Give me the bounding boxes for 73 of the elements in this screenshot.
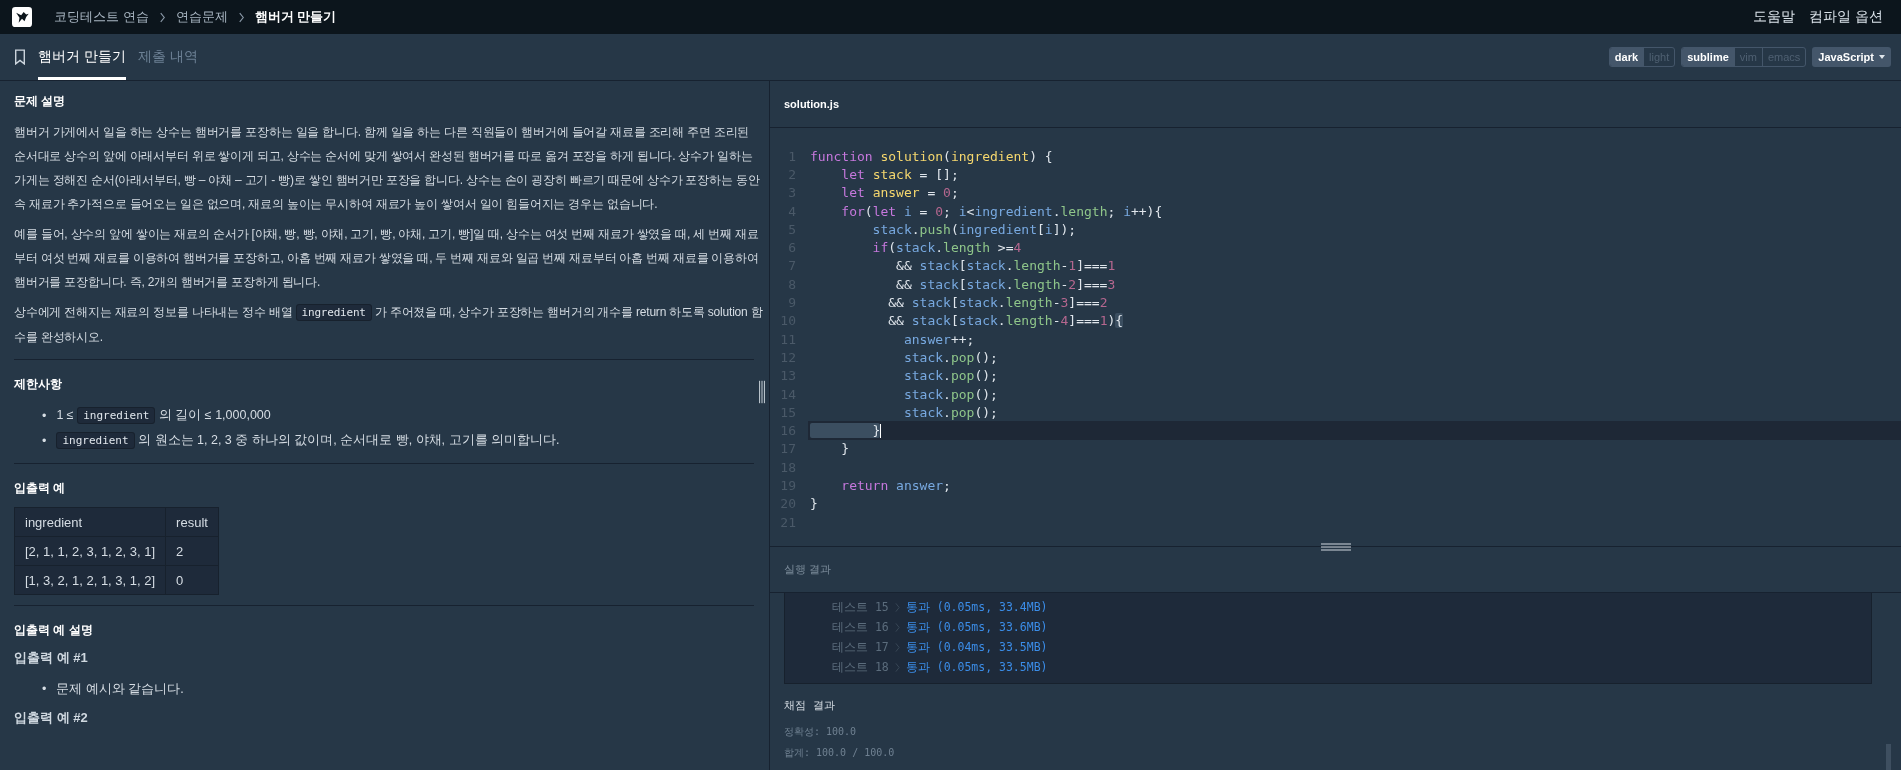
code-line: && stack[stack.length-2]===3 <box>895 276 1116 292</box>
section-heading: 입출력 예 <box>14 480 67 497</box>
list-item-text: 1 ≤ ingredient 의 길이 ≤ 1,000,000 <box>56 406 271 426</box>
breadcrumb-link[interactable]: 연습문제 <box>175 8 228 26</box>
file-name: solution.js <box>784 98 839 110</box>
subsection-heading: 입출력 예 #1 <box>14 649 89 667</box>
code-line: stack.pop(); <box>902 368 998 384</box>
code-line: && stack[stack.length-4]===1){ <box>887 313 1124 329</box>
score-line: 합계: 100.0 / 100.0 <box>784 746 896 760</box>
code-line: stack.pop(); <box>902 386 998 402</box>
panel-resize-handle[interactable] <box>758 379 766 405</box>
section-heading: 제한사항 <box>14 376 63 393</box>
toggle-button[interactable]: dark <box>1609 48 1644 66</box>
chevron-icon <box>158 11 166 23</box>
section-heading: 입출력 예 설명 <box>14 622 94 639</box>
breadcrumb-link[interactable]: 코딩테스트 연습 <box>54 8 149 26</box>
bookmark-icon <box>14 49 26 65</box>
logo-icon[interactable] <box>12 7 32 27</box>
paragraph: 예를 들어, 상수의 앞에 쌓이는 재료의 순서가 [야채, 빵, 빵, 야채, 고기, 빵, 야채, 고기, 빵]일 때, 상수는 여섯 번째 재료가 쌓였을 때, 세 번째 재료부터 여섯 번째 재료를 이용하여 햄버거를 포장하고, 아홉 번째 재료가 쌓였을 때, 두 번째 재료와 일곱 번째 재료부터 아홉 번째 재료를 이용하여 햄버거를 포장합니다. 즉, 2개의 햄버거를 포장하게 됩니다. <box>14 226 760 291</box>
test-result: 통과 (0.05ms, 33.4MB) <box>905 599 1048 615</box>
chevron-icon <box>894 661 900 673</box>
toggle-button[interactable]: sublime <box>1682 48 1734 66</box>
table-cell: [2, 1, 1, 2, 3, 1, 2, 3, 1] <box>14 536 166 566</box>
code-line: && stack[stack.length-3]===2 <box>887 295 1108 310</box>
bullet: • <box>42 407 47 425</box>
chevron-icon <box>894 621 900 633</box>
section-heading: 문제 설명 <box>14 93 67 110</box>
table-cell: [1, 3, 2, 1, 2, 1, 3, 1, 2] <box>14 565 166 595</box>
panel-resize-handle[interactable] <box>1321 543 1351 551</box>
code-line: let stack = []; <box>840 166 959 182</box>
bullet: • <box>42 681 47 698</box>
table-cell: 0 <box>165 565 219 595</box>
code-line: stack.pop(); <box>902 404 998 420</box>
bullet: • <box>42 432 47 450</box>
list-item-text: ingredient 의 원소는 1, 2, 3 중 하나의 값이며, 순서대로 빵, 야채, 고기를 의미합니다. <box>56 428 560 453</box>
table-cell: 2 <box>165 536 219 566</box>
code-line: for(let i = 0; i<ingredient.length; i++){ <box>840 203 1163 219</box>
test-result: 통과 (0.05ms, 33.5MB) <box>905 659 1048 675</box>
code-line: if(stack.length >=4 <box>871 240 1022 256</box>
breadcrumb-link[interactable]: 햄버거 만들기 <box>254 8 337 26</box>
paragraph: 상수에게 전해지는 재료의 정보를 나타내는 정수 배열 ingredient 가 주어졌을 때, 상수가 포장하는 햄버거의 개수를 return 하도록 solution 함수를 완성하시오. <box>14 303 764 346</box>
test-result: 통과 (0.05ms, 33.6MB) <box>905 619 1048 635</box>
subsection-heading: 입출력 예 #2 <box>14 709 89 727</box>
caret-icon <box>1879 55 1885 59</box>
header-link[interactable]: 컴파일 옵션 <box>1809 8 1883 26</box>
chevron-icon <box>894 601 900 613</box>
code-line: } <box>810 496 818 512</box>
list-item-text: 문제 예시와 같습니다. <box>56 681 184 698</box>
code-line: } <box>840 441 850 457</box>
code-line: && stack[stack.length-1]===1 <box>895 258 1116 274</box>
code-line: function solution(ingredient) { <box>810 148 1053 164</box>
test-label: 테스트 16 <box>832 619 889 635</box>
code-line: stack.push(ingredient[i]); <box>871 221 1077 237</box>
score-line: 정확성: 100.0 <box>784 725 858 739</box>
header-link[interactable]: 도움말 <box>1753 8 1796 26</box>
code-line: stack.pop(); <box>902 349 998 365</box>
test-label: 테스트 15 <box>832 599 889 615</box>
column-header: result <box>165 507 219 537</box>
code-line: return answer; <box>840 478 951 493</box>
test-result: 통과 (0.04ms, 33.5MB) <box>905 639 1048 655</box>
language-dropdown[interactable]: JavaScript <box>1812 47 1891 67</box>
paragraph: 햄버거 가게에서 일을 하는 상수는 햄버거를 포장하는 일을 합니다. 함께 일을 하는 다른 직원들이 햄버거에 들어갈 재료를 조리해 주면 조리된 순서대로 상수의 앞에 아래서부터 위로 쌓이게 되고, 상수는 순서에 맞게 쌓여서 완성된 햄버거를 따로 옮겨 포장을 하게 됩니다. 상수가 일하는 가게는 정해진 순서(아래서부터, 빵 – 야채 – 고기 - 빵)로 쌓인 햄버거만 포장을 합니다. 상수는 손이 굉장히 빠르기 때문에 상수가 포장하는 동안 속 재료가 추가적으로 들어오는 일은 없으며, 재료의 높이는 무시하여 재료가 높이 쌓여서 일이 힘들어지는 경우는 없습니다. <box>14 124 761 213</box>
tab[interactable]: 햄버거 만들기 <box>38 34 126 80</box>
scrollbar[interactable] <box>1886 744 1891 770</box>
chevron-icon <box>894 641 900 653</box>
code-line: let answer = 0; <box>840 185 959 201</box>
result-heading: 채점 결과 <box>784 698 836 713</box>
column-header: ingredient <box>14 507 166 537</box>
chevron-icon <box>237 11 245 23</box>
panel-title: 실행 결과 <box>784 562 832 577</box>
code-line: answer++; <box>902 331 975 347</box>
test-label: 테스트 18 <box>832 659 889 675</box>
test-label: 테스트 17 <box>832 639 889 655</box>
